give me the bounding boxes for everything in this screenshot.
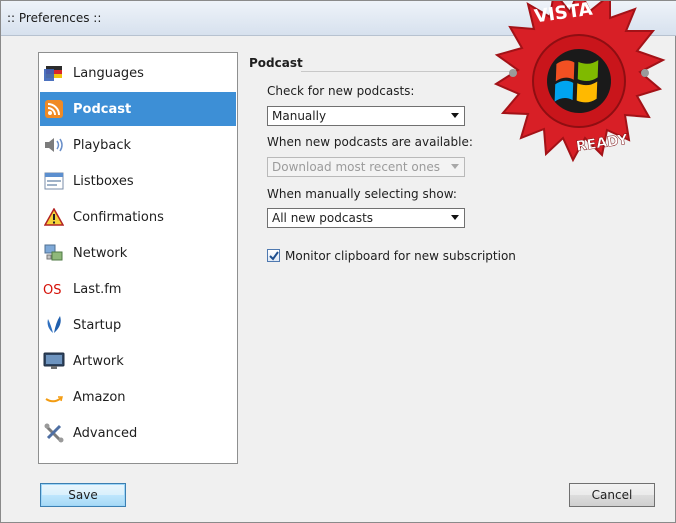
nav-item-lastfm[interactable]: OS Last.fm — [40, 272, 236, 306]
startup-icon — [43, 314, 65, 336]
nav-item-languages[interactable]: Languages — [40, 56, 236, 90]
chevron-down-icon — [451, 113, 459, 118]
nav-label-lastfm: Last.fm — [73, 281, 122, 297]
window-title: :: Preferences :: — [7, 11, 102, 25]
podcasts-available-label: When new podcasts are available: — [267, 135, 473, 149]
manual-select-value: All new podcasts — [272, 211, 374, 225]
category-list[interactable]: Languages Podcast Playback Listboxes Con… — [38, 52, 238, 464]
nav-item-podcast[interactable]: Podcast — [40, 92, 236, 126]
nav-item-startup[interactable]: Startup — [40, 308, 236, 342]
nav-item-amazon[interactable]: Amazon — [40, 380, 236, 414]
warning-icon — [43, 206, 65, 228]
nav-label-network: Network — [73, 245, 128, 261]
podcasts-available-select: Download most recent ones — [267, 157, 465, 177]
monitor-clipboard-label[interactable]: Monitor clipboard for new subscription — [285, 249, 516, 263]
speaker-icon — [43, 134, 65, 156]
nav-item-artwork[interactable]: Artwork — [40, 344, 236, 378]
flag-icon — [43, 62, 65, 84]
nav-label-languages: Languages — [73, 65, 144, 81]
svg-text:OS: OS — [43, 283, 61, 298]
preferences-window: :: Preferences :: Languages Podcast Play… — [0, 0, 676, 523]
check-podcasts-label: Check for new podcasts: — [267, 84, 415, 98]
list-icon — [43, 170, 65, 192]
checkmark-icon — [269, 251, 279, 261]
network-icon — [43, 242, 65, 264]
amazon-icon — [43, 386, 65, 408]
nav-label-podcast: Podcast — [73, 101, 132, 117]
check-podcasts-select[interactable]: Manually — [267, 106, 465, 126]
badge-rivet-right — [641, 69, 649, 77]
manual-select-dropdown[interactable]: All new podcasts — [267, 208, 465, 228]
podcasts-available-value: Download most recent ones — [272, 160, 441, 174]
tools-icon — [43, 422, 65, 444]
save-button[interactable]: Save — [40, 483, 126, 507]
nav-label-listboxes: Listboxes — [73, 173, 134, 189]
chevron-down-icon — [451, 215, 459, 220]
nav-label-advanced: Advanced — [73, 425, 138, 441]
nav-item-listboxes[interactable]: Listboxes — [40, 164, 236, 198]
nav-item-network[interactable]: Network — [40, 236, 236, 270]
nav-item-advanced[interactable]: Advanced — [40, 416, 236, 450]
nav-label-amazon: Amazon — [73, 389, 126, 405]
section-title: Podcast — [249, 56, 303, 70]
nav-label-playback: Playback — [73, 137, 132, 153]
lastfm-icon: OS — [43, 278, 65, 300]
rss-icon — [43, 98, 65, 120]
cancel-button[interactable]: Cancel — [569, 483, 655, 507]
chevron-down-icon — [451, 164, 459, 169]
nav-item-playback[interactable]: Playback — [40, 128, 236, 162]
nav-item-confirmations[interactable]: Confirmations — [40, 200, 236, 234]
monitor-clipboard-checkbox[interactable] — [267, 249, 280, 262]
nav-label-startup: Startup — [73, 317, 122, 333]
nav-label-confirmations: Confirmations — [73, 209, 164, 225]
check-podcasts-value: Manually — [272, 109, 327, 123]
vista-ready-badge: VISTA READY — [493, 1, 666, 163]
badge-rivet-left — [509, 69, 517, 77]
nav-label-artwork: Artwork — [73, 353, 124, 369]
manual-select-label: When manually selecting show: — [267, 187, 457, 201]
monitor-icon — [43, 350, 65, 372]
